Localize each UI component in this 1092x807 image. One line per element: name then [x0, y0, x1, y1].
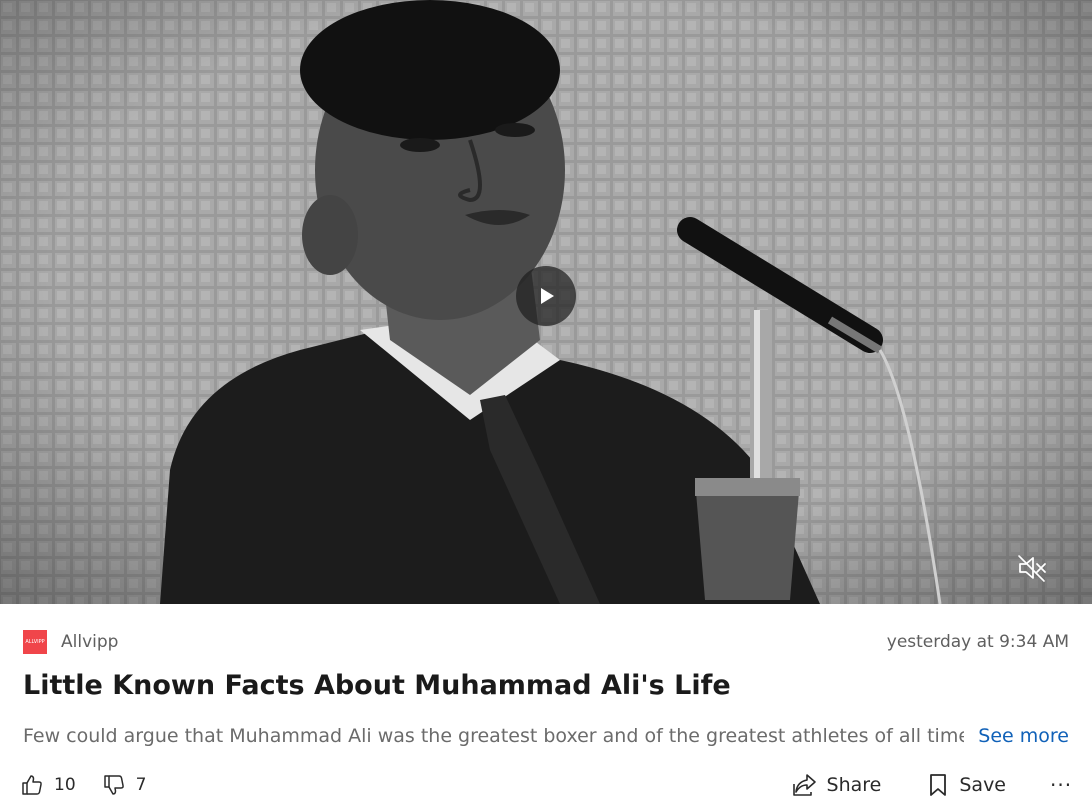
share-label: Share: [826, 774, 882, 796]
mute-toggle[interactable]: [1014, 550, 1050, 586]
video-player[interactable]: [0, 0, 1092, 604]
play-icon: [541, 288, 554, 304]
dislike-count: 7: [135, 775, 147, 795]
more-options-button[interactable]: ···: [1050, 773, 1072, 797]
play-button[interactable]: [516, 266, 576, 326]
thumbs-up-icon: [22, 775, 42, 795]
article-title[interactable]: Little Known Facts About Muhammad Ali's …: [23, 670, 731, 701]
like-button[interactable]: 10: [20, 773, 76, 797]
timestamp: yesterday at 9:34 AM: [886, 632, 1069, 652]
see-more-link[interactable]: See more: [978, 725, 1069, 747]
source-name[interactable]: Allvipp: [61, 632, 118, 652]
article-card[interactable]: ALLVIPP Allvipp yesterday at 9:34 AM Lit…: [0, 0, 1092, 807]
source-logo[interactable]: ALLVIPP: [23, 630, 47, 654]
save-label: Save: [959, 774, 1006, 796]
ellipsis-icon: ···: [1050, 773, 1073, 797]
source-row: ALLVIPP Allvipp yesterday at 9:34 AM: [23, 628, 1069, 656]
share-icon: [792, 774, 816, 796]
action-bar: 10 7 Share Save ···: [20, 768, 1072, 802]
like-count: 10: [54, 775, 76, 795]
dislike-button[interactable]: 7: [102, 773, 147, 797]
article-summary: Few could argue that Muhammad Ali was th…: [23, 725, 965, 747]
muted-speaker-icon: [1018, 555, 1046, 582]
share-button[interactable]: Share: [791, 772, 882, 798]
bookmark-icon: [930, 774, 947, 796]
summary-row: Few could argue that Muhammad Ali was th…: [23, 722, 1069, 750]
thumbs-down-icon: [103, 775, 124, 795]
save-button[interactable]: Save: [927, 772, 1006, 798]
